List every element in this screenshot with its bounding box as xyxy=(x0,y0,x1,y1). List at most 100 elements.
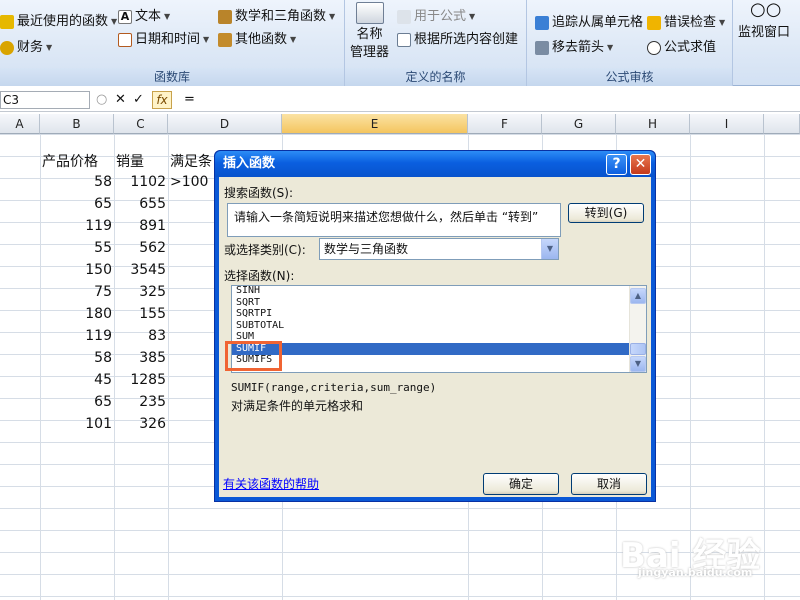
price-cell[interactable]: 101 xyxy=(40,413,112,435)
function-library-group: 最近使用的函数 ▼ 财务 ▼ A 文本 ▼ 日期和时间 ▼ 数学和三角函数 ▼ … xyxy=(0,0,345,86)
chevron-down-icon: ▼ xyxy=(164,12,171,21)
scroll-thumb[interactable] xyxy=(630,343,646,355)
ok-button[interactable]: 确定 xyxy=(483,473,559,495)
math-trig-label: 数学和三角函数 xyxy=(235,9,327,24)
dialog-close-button[interactable]: ✕ xyxy=(630,154,651,175)
insert-function-button[interactable]: fx xyxy=(152,91,172,109)
remove-arrows-icon xyxy=(535,41,549,55)
function-item[interactable]: SINH xyxy=(232,286,646,296)
name-manager-label-2: 管理器 xyxy=(350,45,390,60)
category-select[interactable]: 数学与三角函数 ▼ xyxy=(319,238,559,260)
qty-cell[interactable]: 385 xyxy=(114,347,166,369)
cancel-button[interactable]: 取消 xyxy=(571,473,647,495)
qty-cell[interactable]: 1285 xyxy=(114,369,166,391)
qty-cell[interactable]: 326 xyxy=(114,413,166,435)
price-cell[interactable]: 75 xyxy=(40,281,112,303)
header-qty-cell[interactable]: 销量 xyxy=(116,151,144,173)
column-header-c[interactable]: C xyxy=(114,114,168,134)
trace-dependents-button[interactable]: 追踪从属单元格 xyxy=(535,13,643,33)
math-trig-button[interactable]: 数学和三角函数 ▼ xyxy=(218,7,335,27)
price-cell[interactable]: 150 xyxy=(40,259,112,281)
column-header-i[interactable]: I xyxy=(690,114,764,134)
column-header-d[interactable]: D xyxy=(168,114,282,134)
price-cell[interactable]: 45 xyxy=(40,369,112,391)
qty-cell[interactable]: 1102 xyxy=(114,171,166,193)
chevron-down-icon: ▼ xyxy=(290,35,297,44)
chevron-down-icon[interactable]: ▼ xyxy=(541,239,558,259)
warning-icon xyxy=(647,16,661,30)
chevron-down-icon: ▼ xyxy=(469,12,476,21)
formula-input[interactable]: = xyxy=(176,91,800,109)
price-cell[interactable]: 58 xyxy=(40,171,112,193)
chevron-down-icon: ▼ xyxy=(111,17,118,26)
more-functions-label: 其他函数 xyxy=(235,32,288,47)
go-button[interactable]: 转到(G) xyxy=(568,203,644,223)
recent-functions-button[interactable]: 最近使用的函数 ▼ xyxy=(0,12,117,32)
insert-function-dialog: 插入函数 ? ✕ 搜索函数(S): 请输入一条简短说明来描述您想做什么，然后单击… xyxy=(214,150,656,502)
evaluate-formula-label: 公式求值 xyxy=(664,40,717,55)
qty-cell[interactable]: 235 xyxy=(114,391,166,413)
use-in-formula-button[interactable]: 用于公式 ▼ xyxy=(397,7,475,27)
qty-cell[interactable]: 83 xyxy=(114,325,166,347)
header-condition-cell[interactable]: 满足条 xyxy=(170,151,212,173)
more-functions-button[interactable]: 其他函数 ▼ xyxy=(218,30,296,50)
chevron-down-icon: ▼ xyxy=(203,35,210,44)
qty-cell[interactable]: 325 xyxy=(114,281,166,303)
function-item[interactable]: SUBTOTAL xyxy=(232,320,646,331)
arrow-icon xyxy=(535,16,549,30)
search-input[interactable]: 请输入一条简短说明来描述您想做什么，然后单击 “转到” xyxy=(227,203,561,237)
function-help-link[interactable]: 有关该函数的帮助 xyxy=(223,475,319,492)
column-header-f[interactable]: F xyxy=(468,114,542,134)
price-cell[interactable]: 55 xyxy=(40,237,112,259)
text-a-icon: A xyxy=(118,10,132,24)
create-from-selection-button[interactable]: 根据所选内容创建 xyxy=(397,30,518,50)
dialog-help-button[interactable]: ? xyxy=(606,154,627,175)
condition-cell[interactable]: >100 xyxy=(170,171,208,193)
scroll-up-icon[interactable]: ▲ xyxy=(630,288,646,304)
column-header-h[interactable]: H xyxy=(616,114,690,134)
date-time-button[interactable]: 日期和时间 ▼ xyxy=(118,30,209,50)
qty-cell[interactable]: 562 xyxy=(114,237,166,259)
watch-window-button[interactable]: ○○ 监视窗口 xyxy=(738,0,790,42)
error-checking-button[interactable]: 错误检查 ▼ xyxy=(647,13,725,33)
price-cell[interactable]: 119 xyxy=(40,215,112,237)
remove-arrows-button[interactable]: 移去箭头 ▼ xyxy=(535,38,613,58)
confirm-entry-button[interactable]: ✓ xyxy=(133,91,144,109)
name-box[interactable]: C3 xyxy=(0,91,90,109)
column-header-a[interactable]: A xyxy=(0,114,40,134)
chevron-down-icon: ▼ xyxy=(607,43,614,52)
text-button[interactable]: A 文本 ▼ xyxy=(118,7,170,27)
use-in-formula-label: 用于公式 xyxy=(414,9,467,24)
qty-cell[interactable]: 3545 xyxy=(114,259,166,281)
function-item[interactable]: SUMIFS xyxy=(232,354,646,365)
function-list[interactable]: SINH SQRT SQRTPI SUBTOTAL SUM SUMIF SUMIFS ▲ ▼ xyxy=(231,285,647,373)
price-cell[interactable]: 58 xyxy=(40,347,112,369)
header-price-cell[interactable]: 产品价格 xyxy=(42,151,98,173)
books-icon xyxy=(218,33,232,47)
qty-cell[interactable]: 655 xyxy=(114,193,166,215)
evaluate-formula-button[interactable]: 公式求值 xyxy=(647,38,716,58)
price-cell[interactable]: 180 xyxy=(40,303,112,325)
dot-icon: ○ xyxy=(96,92,108,107)
column-header-g[interactable]: G xyxy=(542,114,616,134)
function-list-scrollbar[interactable]: ▲ ▼ xyxy=(629,286,646,372)
scroll-down-icon[interactable]: ▼ xyxy=(630,356,646,372)
function-item[interactable]: SUMIF xyxy=(232,342,646,355)
financial-label: 财务 xyxy=(17,40,44,55)
trace-dependents-label: 追踪从属单元格 xyxy=(552,15,644,30)
price-cell[interactable]: 65 xyxy=(40,391,112,413)
column-header-b[interactable]: B xyxy=(40,114,114,134)
qty-cell[interactable]: 891 xyxy=(114,215,166,237)
price-cell[interactable]: 65 xyxy=(40,193,112,215)
price-cell[interactable]: 119 xyxy=(40,325,112,347)
function-item[interactable]: SUM xyxy=(232,331,646,342)
function-item[interactable]: SQRT xyxy=(232,297,646,308)
column-header-e[interactable]: E xyxy=(282,114,468,134)
formula-icon xyxy=(397,10,411,24)
name-manager-button[interactable]: 名称 管理器 xyxy=(350,2,389,62)
dialog-body: 搜索函数(S): 请输入一条简短说明来描述您想做什么，然后单击 “转到” 转到(… xyxy=(219,177,651,497)
qty-cell[interactable]: 155 xyxy=(114,303,166,325)
function-item[interactable]: SQRTPI xyxy=(232,308,646,319)
financial-button[interactable]: 财务 ▼ xyxy=(0,38,52,58)
cancel-entry-button[interactable]: ✕ xyxy=(115,91,126,109)
